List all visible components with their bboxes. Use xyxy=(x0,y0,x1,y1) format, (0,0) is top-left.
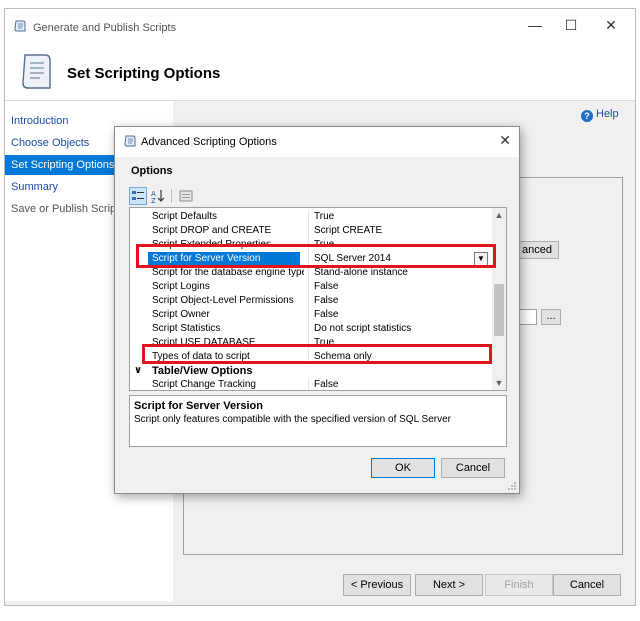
property-row[interactable]: Script Logins False xyxy=(130,280,492,294)
property-value: False xyxy=(314,281,339,292)
property-row[interactable]: Types of data to script Schema only xyxy=(130,350,492,364)
options-property-grid[interactable]: Script Defaults True Script DROP and CRE… xyxy=(129,207,507,391)
dialog-titlebar: Advanced Scripting Options ✕ xyxy=(115,127,519,157)
property-row[interactable]: Script Statistics Do not script statisti… xyxy=(130,322,492,336)
maximize-button[interactable]: ☐ xyxy=(561,17,581,33)
description-text: Script only features compatible with the… xyxy=(134,414,452,425)
help-icon: ? xyxy=(581,110,593,122)
property-name: Script for Server Version xyxy=(148,252,300,266)
advanced-scripting-options-dialog: Advanced Scripting Options ✕ Options A Z xyxy=(114,126,520,494)
property-value: True xyxy=(314,239,335,250)
property-row[interactable]: Script DROP and CREATE Script CREATE xyxy=(130,224,492,238)
property-value: True xyxy=(314,337,335,348)
server-version-value[interactable]: SQL Server 2014 xyxy=(314,252,490,266)
property-pages-button[interactable] xyxy=(177,187,195,205)
property-name: Script Change Tracking xyxy=(152,379,256,390)
categorized-button[interactable] xyxy=(129,187,147,205)
close-window-button[interactable]: ✕ xyxy=(601,17,621,33)
scroll-icon xyxy=(124,135,136,147)
alphabetical-button[interactable]: A Z xyxy=(149,187,167,205)
property-row[interactable]: Script USE DATABASE True xyxy=(130,336,492,350)
wizard-titlebar: Generate and Publish Scripts — ☐ ✕ xyxy=(5,9,635,43)
help-label: Help xyxy=(596,108,619,120)
property-row[interactable]: Script for the database engine type Stan… xyxy=(130,266,492,280)
categorized-icon xyxy=(132,191,144,200)
property-row[interactable]: Script Change Tracking False xyxy=(130,378,492,390)
toolbar-separator xyxy=(171,189,172,203)
advanced-button[interactable]: anced xyxy=(515,241,559,259)
options-label: Options xyxy=(131,165,173,177)
property-value: False xyxy=(314,309,339,320)
property-name: Script Object-Level Permissions xyxy=(152,295,294,306)
grid-scrollbar[interactable]: ▲ ▼ xyxy=(492,208,506,390)
chevron-down-icon[interactable]: ∨ xyxy=(134,364,142,378)
property-value: Do not script statistics xyxy=(314,323,412,334)
browse-button[interactable]: ... xyxy=(541,309,561,325)
wizard-title: Generate and Publish Scripts xyxy=(33,22,177,34)
category-label: Table/View Options xyxy=(152,365,253,377)
property-value: True xyxy=(314,211,335,222)
property-name: Script for the database engine type xyxy=(152,267,304,278)
property-row[interactable]: Script Extended Properties True xyxy=(130,238,492,252)
next-button[interactable]: Next > xyxy=(415,574,483,596)
property-value: Script CREATE xyxy=(314,225,383,236)
scrollbar-thumb[interactable] xyxy=(494,284,504,336)
svg-text:Z: Z xyxy=(151,197,156,204)
property-name: Script Owner xyxy=(152,309,210,320)
property-name: Script Logins xyxy=(152,281,210,292)
dialog-cancel-button[interactable]: Cancel xyxy=(441,458,505,478)
property-row-selected[interactable]: Script for Server Version SQL Server 201… xyxy=(130,252,492,266)
property-row[interactable]: Script Defaults True xyxy=(130,210,492,224)
previous-button[interactable]: < Previous xyxy=(343,574,411,596)
dialog-title: Advanced Scripting Options xyxy=(141,136,277,148)
ok-button[interactable]: OK xyxy=(371,458,435,478)
sort-alphabetical-icon: A Z xyxy=(151,190,165,205)
scroll-icon xyxy=(14,20,26,32)
chevron-up-icon[interactable]: ▲ xyxy=(492,208,506,222)
description-panel: Script for Server Version Script only fe… xyxy=(129,395,507,447)
property-value: Schema only xyxy=(314,351,372,362)
property-name: Script Extended Properties xyxy=(152,239,271,250)
chevron-down-icon[interactable]: ▼ xyxy=(492,376,506,390)
finish-button: Finish xyxy=(485,574,553,596)
property-row[interactable]: Script Object-Level Permissions False xyxy=(130,294,492,308)
property-name: Types of data to script xyxy=(152,351,250,362)
property-value: Stand-alone instance xyxy=(314,267,408,278)
close-icon[interactable]: ✕ xyxy=(499,132,511,149)
description-title: Script for Server Version xyxy=(134,400,263,412)
category-row[interactable]: ∨ Table/View Options xyxy=(130,364,492,378)
property-name: Script USE DATABASE xyxy=(152,337,256,348)
cancel-button[interactable]: Cancel xyxy=(553,574,621,596)
property-pages-icon xyxy=(179,190,193,202)
resize-grip-icon[interactable] xyxy=(507,481,517,491)
minimize-button[interactable]: — xyxy=(525,17,545,33)
wizard-header: Set Scripting Options xyxy=(5,43,635,101)
property-name: Script Statistics xyxy=(152,323,221,334)
scroll-icon xyxy=(22,54,51,89)
property-value: False xyxy=(314,379,339,390)
property-row[interactable]: Script Owner False xyxy=(130,308,492,322)
property-name: Script Defaults xyxy=(152,211,218,222)
property-name: Script DROP and CREATE xyxy=(152,225,272,236)
property-value: False xyxy=(314,295,339,306)
chevron-down-icon[interactable]: ▼ xyxy=(474,252,488,266)
page-title: Set Scripting Options xyxy=(67,65,221,82)
help-link[interactable]: ? Help xyxy=(581,108,619,122)
